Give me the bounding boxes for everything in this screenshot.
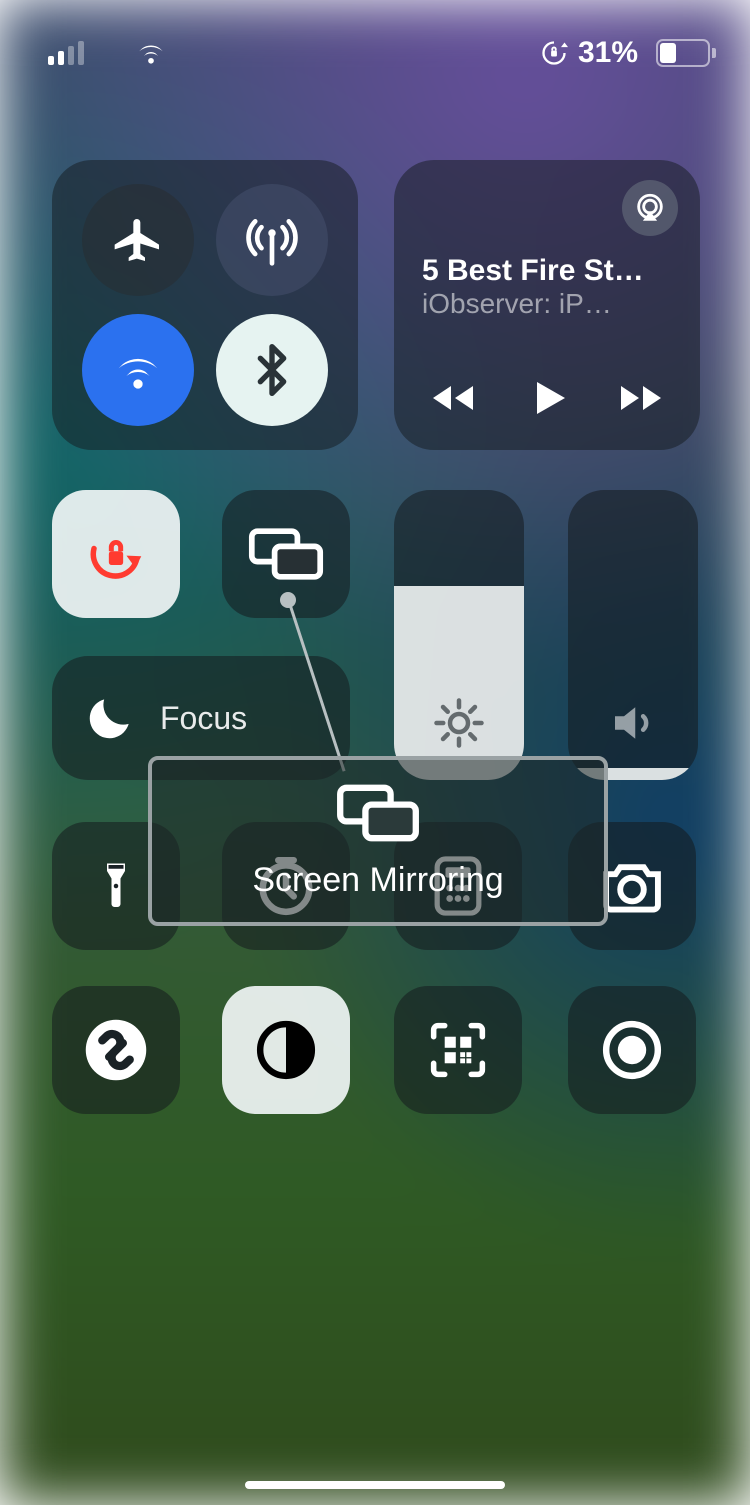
shazam-button[interactable]: [52, 986, 180, 1114]
speaker-icon: [568, 696, 698, 750]
screen-mirroring-callout: Screen Mirroring: [148, 756, 608, 926]
media-title: 5 Best Fire St…: [422, 254, 662, 288]
home-indicator[interactable]: [245, 1481, 505, 1489]
airplay-button[interactable]: [622, 180, 678, 236]
camera-icon: [599, 859, 665, 913]
airplane-mode-toggle[interactable]: [82, 184, 194, 296]
media-rewind-button[interactable]: [429, 374, 477, 422]
media-subtitle: iObserver: iP…: [422, 288, 662, 320]
battery-icon: [648, 39, 716, 67]
orientation-lock-status-icon: [540, 39, 568, 67]
wifi-icon: [110, 342, 166, 398]
moon-icon: [82, 690, 138, 746]
shazam-icon: [83, 1017, 149, 1083]
dark-mode-icon: [255, 1019, 317, 1081]
status-bar: 31%: [0, 36, 750, 76]
bluetooth-icon: [244, 342, 300, 398]
connectivity-panel[interactable]: [52, 160, 358, 450]
antenna-icon: [244, 212, 300, 268]
screen-mirroring-icon: [248, 526, 324, 582]
record-icon: [601, 1019, 663, 1081]
dark-mode-button[interactable]: [222, 986, 350, 1114]
screen-record-button[interactable]: [568, 986, 696, 1114]
play-icon: [523, 374, 571, 422]
callout-label: Screen Mirroring: [252, 861, 503, 900]
flashlight-icon: [98, 854, 134, 918]
orientation-lock-button[interactable]: [52, 490, 180, 618]
airplane-icon: [110, 212, 166, 268]
wifi-status-icon: [134, 36, 168, 70]
wifi-toggle[interactable]: [82, 314, 194, 426]
bluetooth-toggle[interactable]: [216, 314, 328, 426]
media-play-button[interactable]: [523, 374, 571, 422]
brightness-slider[interactable]: [394, 490, 524, 780]
rewind-icon: [429, 374, 477, 422]
fast-forward-icon: [617, 374, 665, 422]
media-panel[interactable]: 5 Best Fire St… iObserver: iP…: [394, 160, 700, 450]
cellular-signal-icon: [48, 41, 84, 65]
airplay-icon: [633, 191, 667, 225]
focus-label: Focus: [160, 700, 247, 737]
cellular-data-toggle[interactable]: [216, 184, 328, 296]
battery-percent-label: 31%: [578, 36, 638, 70]
screen-mirroring-icon: [336, 783, 420, 843]
volume-slider[interactable]: [568, 490, 698, 780]
qr-code-icon: [427, 1019, 489, 1081]
orientation-lock-icon: [83, 521, 149, 587]
qr-scanner-button[interactable]: [394, 986, 522, 1114]
media-forward-button[interactable]: [617, 374, 665, 422]
brightness-icon: [394, 696, 524, 750]
